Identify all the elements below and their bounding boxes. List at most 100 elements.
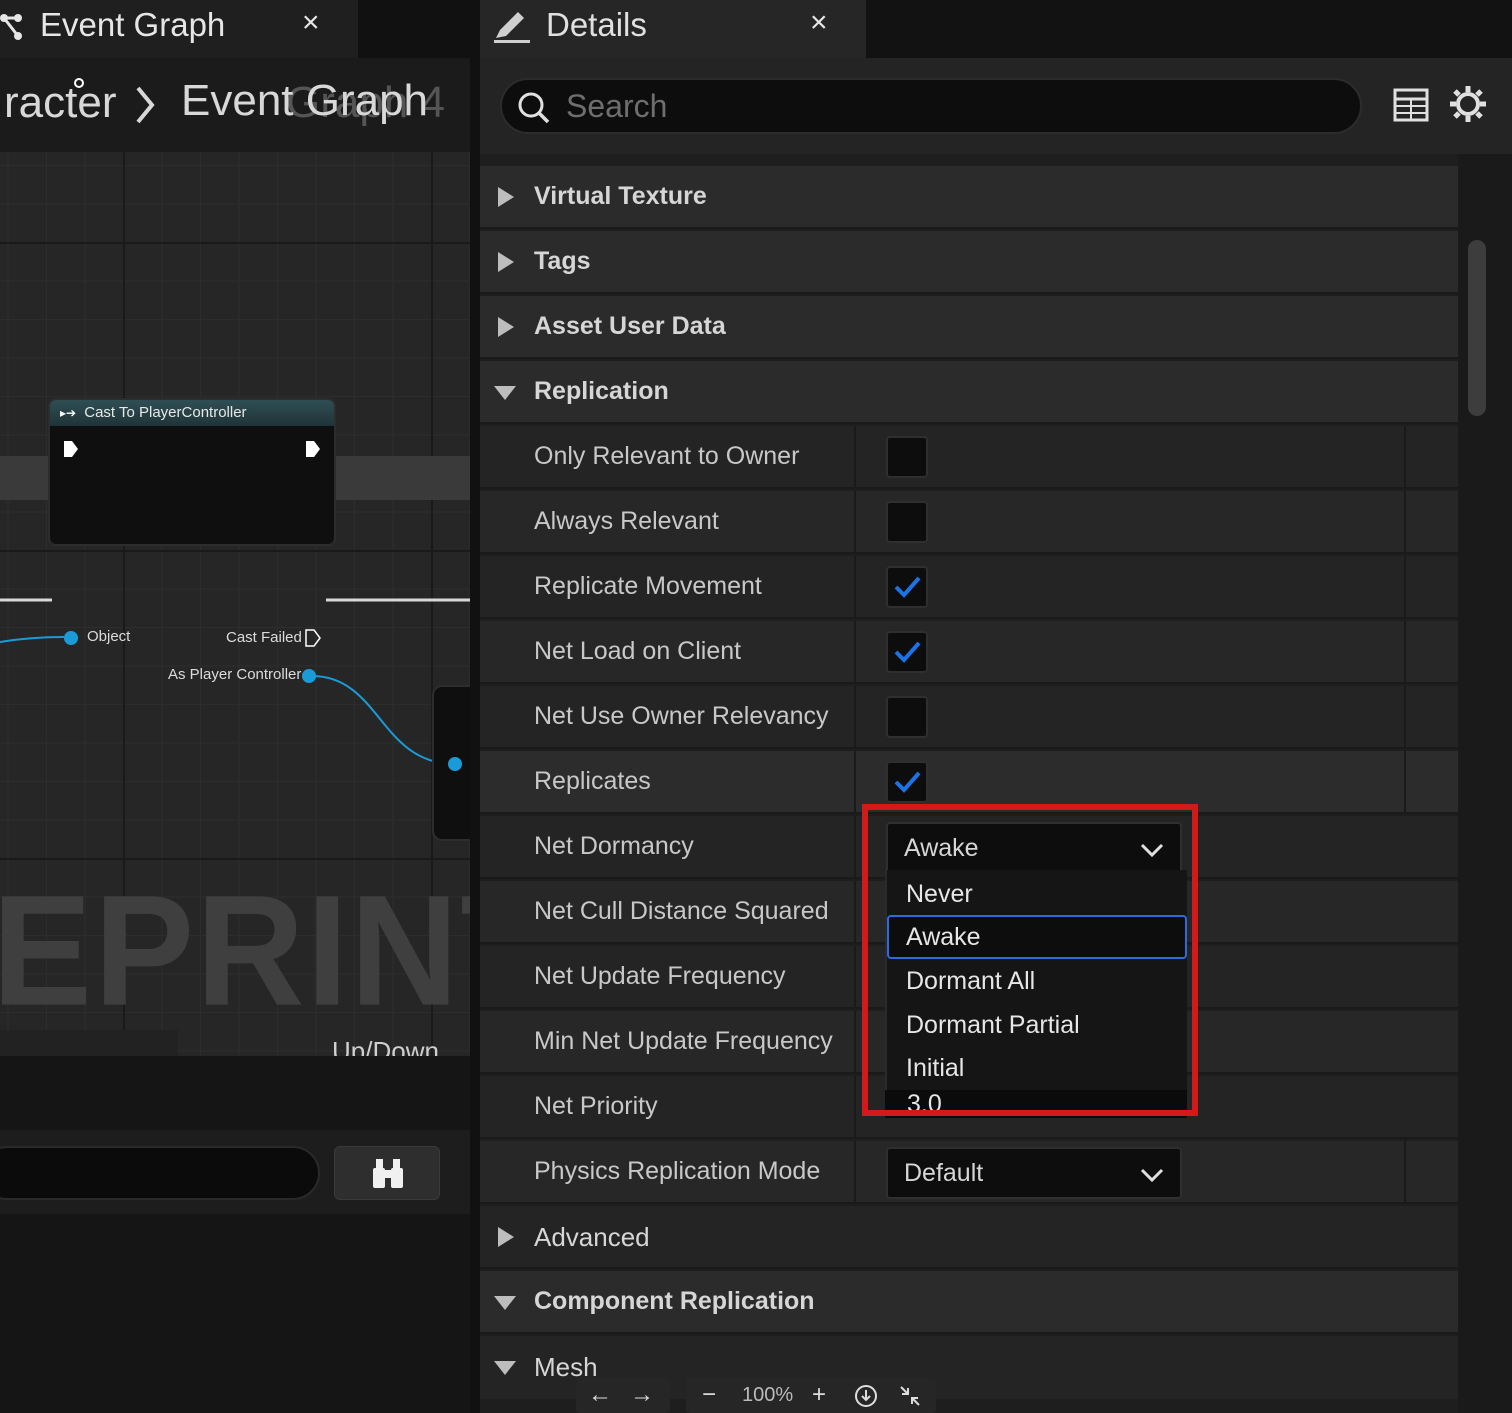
watermark-strip <box>0 1030 178 1056</box>
cast-arrow-icon: ▸➔ <box>60 406 77 420</box>
property-label: Physics Replication Mode <box>534 1157 821 1185</box>
property-row-net-load-on-client: Net Load on Client <box>480 621 1458 684</box>
property-label: Replicates <box>534 767 651 795</box>
tab-details[interactable]: Details × <box>480 0 866 58</box>
caret-right-icon <box>498 252 514 272</box>
node-title: Cast To PlayerController <box>84 404 247 421</box>
find-button[interactable] <box>334 1146 440 1200</box>
history-nav-group: ← → <box>576 1378 670 1413</box>
updown-label: Up/Down <box>332 1036 439 1058</box>
net-load-on-client-checkbox[interactable] <box>886 631 928 673</box>
exec-in-pin-icon[interactable] <box>63 440 79 458</box>
details-list: Virtual Texture Tags Asset User Data Rep… <box>480 154 1458 1413</box>
close-icon[interactable]: × <box>302 6 320 40</box>
cast-to-playercontroller-node[interactable]: ▸➔ Cast To PlayerController <box>48 398 336 546</box>
graph-icon <box>0 14 22 40</box>
as-player-controller-pin[interactable] <box>302 669 316 683</box>
search-box[interactable] <box>500 78 1362 134</box>
caret-down-icon <box>494 1361 516 1375</box>
breadcrumb: racter Graph 4 Event Graph <box>0 60 470 152</box>
category-label: Replication <box>534 377 669 405</box>
table-view-icon[interactable] <box>1390 82 1434 126</box>
mouse-cursor <box>74 78 84 88</box>
caret-down-icon <box>494 1296 516 1310</box>
find-input[interactable] <box>0 1146 320 1200</box>
property-label: Net Cull Distance Squared <box>534 897 829 925</box>
details-panel: Details × Search Virtual Texture Tags As… <box>480 0 1512 1413</box>
tab-strip <box>358 0 470 58</box>
exec-out-pin-icon[interactable] <box>305 440 321 458</box>
category-replication[interactable]: Replication <box>480 361 1458 424</box>
category-label: Virtual Texture <box>534 182 707 210</box>
property-row-physics-replication-mode: Physics Replication Mode Default <box>480 1141 1458 1204</box>
caret-down-icon <box>494 386 516 400</box>
breadcrumb-current: Event Graph <box>181 76 429 125</box>
caret-right-icon <box>498 187 514 207</box>
category-label: Component Replication <box>534 1287 815 1315</box>
zoom-in-button[interactable]: + <box>812 1381 826 1409</box>
edit-pencil-icon <box>494 12 530 43</box>
property-label: Always Relevant <box>534 507 719 535</box>
collapse-arrows-icon[interactable] <box>898 1384 922 1408</box>
replicates-checkbox[interactable] <box>886 761 928 803</box>
property-label: Min Net Update Frequency <box>534 1027 833 1055</box>
tab-label: Event Graph <box>40 6 226 43</box>
forward-arrow-icon[interactable]: → <box>630 1381 654 1409</box>
property-label: Net Dormancy <box>534 832 694 860</box>
property-label: Net Priority <box>534 1092 658 1120</box>
zoom-group: − 100% + <box>686 1378 936 1413</box>
category-label: Asset User Data <box>534 312 726 340</box>
close-icon[interactable]: × <box>810 6 828 40</box>
physics-replication-mode-dropdown[interactable]: Default <box>886 1147 1182 1199</box>
property-row-net-use-owner-relevancy: Net Use Owner Relevancy <box>480 686 1458 749</box>
category-label: Advanced <box>534 1222 650 1252</box>
always-relevant-checkbox[interactable] <box>886 501 928 543</box>
find-results-panel <box>0 1056 470 1413</box>
category-component-replication[interactable]: Component Replication <box>480 1271 1458 1334</box>
property-label: Net Load on Client <box>534 637 742 665</box>
checkmark-icon <box>894 576 921 598</box>
node-title-bar: ▸➔ Cast To PlayerController <box>50 400 334 426</box>
chevron-down-icon <box>1140 1168 1164 1183</box>
object-pin[interactable] <box>64 631 78 645</box>
cast-failed-pin-label: Cast Failed <box>226 629 302 646</box>
input-pin[interactable] <box>448 757 462 771</box>
property-row-always-relevant: Always Relevant <box>480 491 1458 554</box>
property-label: Net Use Owner Relevancy <box>534 702 829 730</box>
zoom-out-button[interactable]: − <box>702 1381 716 1409</box>
search-input[interactable] <box>566 86 1346 126</box>
property-row-only-relevant-to-owner: Only Relevant to Owner <box>480 426 1458 489</box>
search-icon <box>518 92 550 124</box>
chevron-right-icon <box>136 86 155 124</box>
property-label: Net Update Frequency <box>534 962 786 990</box>
scrollbar-thumb[interactable] <box>1468 240 1486 416</box>
category-virtual-texture[interactable]: Virtual Texture <box>480 166 1458 229</box>
caret-right-icon <box>498 317 514 337</box>
tab-strip <box>866 0 1512 58</box>
category-tags[interactable]: Tags <box>480 231 1458 294</box>
tab-event-graph[interactable]: Event Graph × <box>0 0 358 58</box>
fit-download-icon[interactable] <box>854 1384 878 1408</box>
tab-label: Details <box>546 6 647 43</box>
caret-right-icon <box>498 1227 514 1247</box>
exec-outline-pin-icon[interactable] <box>305 629 321 647</box>
zoom-level: 100% <box>742 1384 794 1406</box>
category-label: Tags <box>534 247 591 275</box>
category-advanced[interactable]: Advanced <box>480 1206 1458 1269</box>
search-row <box>480 58 1512 154</box>
panel-divider[interactable] <box>470 0 480 1413</box>
net-use-owner-relevancy-checkbox[interactable] <box>886 696 928 738</box>
back-arrow-icon[interactable]: ← <box>588 1381 612 1409</box>
replicate-movement-checkbox[interactable] <box>886 566 928 608</box>
as-player-controller-pin-label: As Player Controller <box>168 666 302 683</box>
property-label: Replicate Movement <box>534 572 762 600</box>
blueprint-watermark: EPRINT <box>0 861 470 1039</box>
only-relevant-to-owner-checkbox[interactable] <box>886 436 928 478</box>
object-pin-label: Object <box>87 628 131 645</box>
binoculars-icon <box>373 1159 403 1188</box>
breadcrumb-parent[interactable]: racter <box>4 78 116 128</box>
property-row-replicate-movement: Replicate Movement <box>480 556 1458 619</box>
category-asset-user-data[interactable]: Asset User Data <box>480 296 1458 359</box>
event-graph-panel: Event Graph × racter Graph 4 Event Graph… <box>0 0 470 1413</box>
gear-icon[interactable] <box>1446 82 1490 126</box>
